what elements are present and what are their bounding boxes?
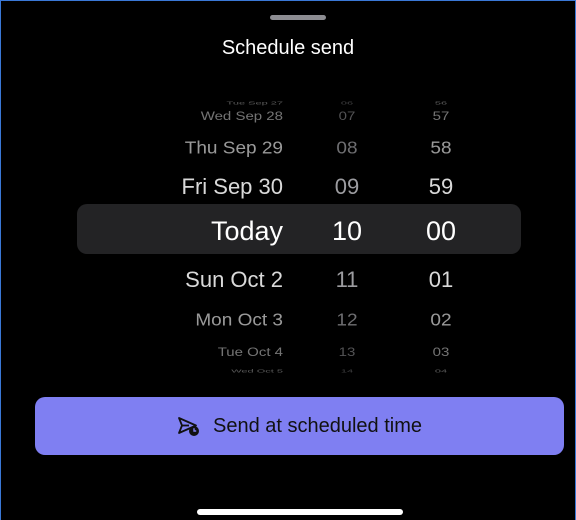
picker-month-day: Sep 28: [231, 109, 283, 124]
picker-row[interactable]: Mon Oct 3 12 02: [1, 303, 575, 340]
picker-day: Mon: [195, 310, 233, 331]
picker-hour: 10: [331, 216, 363, 246]
date-time-picker[interactable]: Tue Sep 27 06 56 Wed Sep 28 07 57 Thu Sep 29 08…: [1, 85, 575, 374]
sheet-title: Schedule send: [221, 37, 355, 59]
send-clock-icon: [177, 415, 201, 437]
send-button-label: Send at scheduled time: [212, 414, 423, 437]
picker-day: Today: [210, 216, 283, 246]
picker-row[interactable]: Wed Oct 5 14 04: [1, 362, 575, 380]
picker-hour: 12: [336, 310, 358, 331]
picker-month-day: Oct 4: [242, 345, 283, 360]
picker-row[interactable]: Thu Sep 29 08 58: [1, 131, 575, 168]
picker-minute: 58: [430, 138, 452, 159]
picker-minute: 01: [428, 267, 454, 292]
schedule-send-sheet: Schedule send Tue Sep 27 06 56 Wed Sep 28 07…: [1, 1, 575, 520]
picker-month-day: Oct 5: [253, 368, 283, 374]
picker-day: Wed: [231, 368, 254, 374]
picker-date: Wed Oct 5: [231, 362, 283, 380]
picker-date: Today: [211, 211, 283, 251]
picker-hour: 14: [340, 368, 354, 374]
picker-hour: 07: [338, 109, 356, 124]
picker-hour: 09: [334, 174, 360, 199]
home-indicator: [197, 509, 403, 515]
picker-row[interactable]: Fri Sep 30 09 59: [1, 167, 575, 207]
picker-row[interactable]: Sun Oct 2 11 01: [1, 260, 575, 300]
picker-day: Thu: [184, 138, 218, 159]
picker-month-day: Oct 3: [232, 310, 283, 331]
picker-month-day: Sep 29: [217, 138, 283, 159]
picker-day: Sun: [185, 267, 225, 292]
picker-date: Sun Oct 2: [185, 260, 283, 300]
picker-row-selected[interactable]: Today 10 00: [1, 211, 575, 251]
picker-day: Wed: [200, 109, 232, 124]
picker-date: Fri Sep 30: [182, 167, 284, 207]
picker-minute: 02: [430, 310, 452, 331]
picker-minute: 57: [432, 109, 450, 124]
picker-month-day: Sep 30: [207, 174, 283, 199]
picker-hour: 11: [335, 267, 359, 292]
picker-date: Thu Sep 29: [185, 131, 283, 168]
picker-row[interactable]: Wed Sep 28 07 57: [1, 101, 575, 133]
send-at-scheduled-time-button[interactable]: Send at scheduled time: [35, 397, 564, 455]
picker-day: Tue: [217, 345, 243, 360]
picker-date: Mon Oct 3: [195, 303, 283, 340]
sheet-grabber[interactable]: [270, 15, 326, 20]
picker-month-day: Oct 2: [224, 267, 283, 292]
picker-minute: 59: [428, 174, 454, 199]
picker-hour: 08: [336, 138, 358, 159]
picker-minute: 00: [425, 216, 457, 246]
picker-date: Wed Sep 28: [201, 101, 283, 133]
picker-day: Fri: [181, 174, 208, 199]
picker-minute: 04: [434, 368, 448, 374]
